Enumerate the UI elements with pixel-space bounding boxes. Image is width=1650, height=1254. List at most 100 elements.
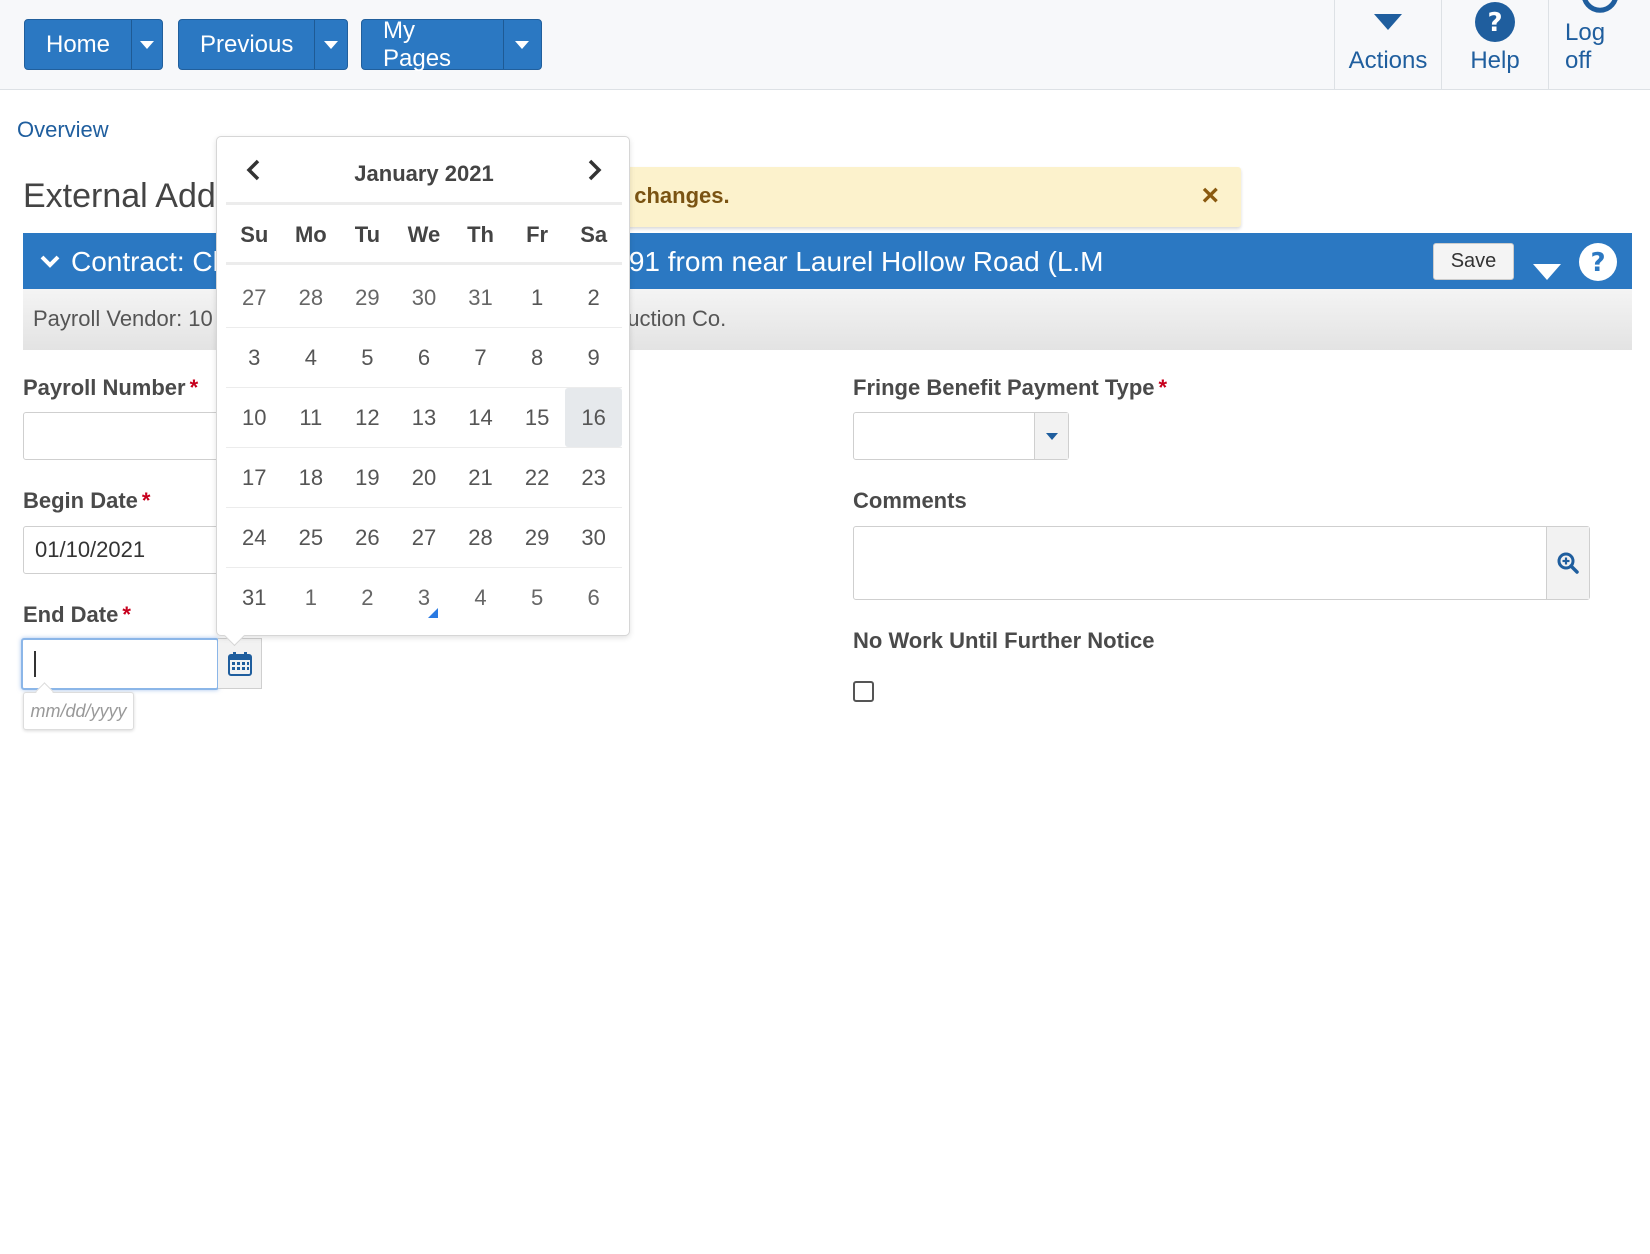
calendar-day[interactable]: 10 — [226, 388, 283, 447]
select-dropdown-button[interactable] — [1034, 413, 1068, 459]
calendar-day[interactable]: 7 — [452, 328, 509, 387]
my-pages-button[interactable]: My Pages — [362, 17, 503, 72]
calendar-day[interactable]: 14 — [452, 388, 509, 447]
calendar-day[interactable]: 25 — [283, 508, 340, 567]
payroll-vendor-left: Payroll Vendor: 10 — [33, 306, 213, 331]
calendar-day[interactable]: 3 — [396, 568, 453, 628]
calendar-day[interactable]: 22 — [509, 448, 566, 507]
top-nav-bar: Home Previous My Pages Actions ? Help Lo… — [0, 0, 1650, 90]
close-icon[interactable]: × — [1201, 179, 1219, 213]
calendar-day[interactable]: 20 — [396, 448, 453, 507]
home-button[interactable]: Home — [25, 20, 131, 69]
log-off-link[interactable]: Log off — [1548, 0, 1650, 89]
calendar-day[interactable]: 3 — [226, 328, 283, 387]
calendar-day[interactable]: 11 — [283, 388, 340, 447]
calendar-day[interactable]: 6 — [565, 568, 622, 628]
date-format-hint: mm/dd/yyyy — [23, 692, 134, 730]
end-date-input[interactable] — [21, 638, 219, 690]
calendar-week-row: 10 11 12 13 14 15 16 — [226, 388, 622, 448]
calendar-day[interactable]: 30 — [565, 508, 622, 567]
calendar-day[interactable]: 27 — [396, 508, 453, 567]
calendar-day[interactable]: 29 — [339, 268, 396, 327]
calendar-day[interactable]: 28 — [283, 268, 340, 327]
begin-date-label-text: Begin Date — [23, 488, 138, 513]
actions-menu[interactable]: Actions — [1334, 0, 1441, 89]
calendar-day[interactable]: 31 — [226, 568, 283, 628]
weekday-header-row: Su Mo Tu We Th Fr Sa — [226, 207, 622, 265]
calendar-day[interactable]: 17 — [226, 448, 283, 507]
chevron-right-icon[interactable] — [585, 159, 603, 186]
calendar-day[interactable]: 24 — [226, 508, 283, 567]
calendar-day[interactable]: 23 — [565, 448, 622, 507]
no-work-checkbox[interactable] — [853, 681, 874, 702]
power-icon — [1579, 0, 1621, 15]
payroll-number-label: Payroll Number * — [23, 375, 198, 401]
previous-button[interactable]: Previous — [179, 20, 314, 69]
calendar-day[interactable]: 31 — [452, 268, 509, 327]
calendar-day[interactable]: 5 — [339, 328, 396, 387]
panel-menu-caret-icon[interactable] — [1533, 255, 1561, 287]
weekday-label: Mo — [294, 221, 327, 247]
payroll-number-input[interactable] — [23, 412, 223, 460]
begin-date-input[interactable]: 01/10/2021 — [23, 526, 223, 574]
fringe-benefit-label: Fringe Benefit Payment Type * — [853, 375, 1167, 401]
home-nav-group: Home — [24, 19, 163, 70]
save-button[interactable]: Save — [1433, 243, 1514, 280]
calendar-day[interactable]: 16 — [565, 388, 622, 447]
calendar-day[interactable]: 6 — [396, 328, 453, 387]
my-pages-nav-group: My Pages — [361, 17, 542, 72]
calendar-day[interactable]: 28 — [452, 508, 509, 567]
zoom-in-button[interactable] — [1546, 527, 1589, 599]
calendar-day[interactable]: 19 — [339, 448, 396, 507]
weekday-label: Tu — [354, 221, 381, 247]
panel-help-icon[interactable]: ? — [1578, 242, 1618, 289]
chevron-down-icon — [324, 40, 339, 49]
month-title[interactable]: January 2021 — [226, 161, 622, 187]
calendar-button[interactable] — [218, 638, 262, 689]
calendar-day[interactable]: 13 — [396, 388, 453, 447]
no-work-label: No Work Until Further Notice — [853, 628, 1155, 653]
home-dropdown-button[interactable] — [131, 20, 162, 69]
calendar-day[interactable]: 29 — [509, 508, 566, 567]
calendar-day[interactable]: 27 — [226, 268, 283, 327]
my-pages-dropdown-button[interactable] — [502, 20, 541, 69]
payroll-number-label-text: Payroll Number — [23, 375, 186, 400]
calendar-day[interactable]: 21 — [452, 448, 509, 507]
calendar-day[interactable]: 1 — [509, 268, 566, 327]
help-label: Help — [1470, 47, 1520, 74]
alert-message: l changes. — [622, 183, 730, 208]
calendar-day[interactable]: 4 — [452, 568, 509, 628]
calendar-day[interactable]: 9 — [565, 328, 622, 387]
previous-nav-group: Previous — [178, 19, 348, 70]
chevron-down-icon — [1045, 432, 1058, 440]
calendar-day[interactable]: 30 — [396, 268, 453, 327]
previous-dropdown-button[interactable] — [314, 20, 347, 69]
calendar-day[interactable]: 2 — [339, 568, 396, 628]
calendar-day[interactable]: 18 — [283, 448, 340, 507]
begin-date-label: Begin Date * — [23, 488, 150, 514]
end-date-label: End Date * — [23, 602, 131, 628]
calendar-day[interactable]: 15 — [509, 388, 566, 447]
calendar-day[interactable]: 1 — [283, 568, 340, 628]
breadcrumb-overview-link[interactable]: Overview — [17, 117, 109, 143]
calendar-week-row: 31 1 2 3 4 5 6 — [226, 568, 622, 628]
calendar-day[interactable]: 5 — [509, 568, 566, 628]
calendar-day[interactable]: 4 — [283, 328, 340, 387]
fringe-benefit-select[interactable] — [853, 412, 1069, 460]
calendar-day[interactable]: 8 — [509, 328, 566, 387]
calendar-day[interactable]: 2 — [565, 268, 622, 327]
contract-title-right: 91 from near Laurel Hollow Road (L.M — [628, 246, 1104, 277]
calendar-day[interactable]: 26 — [339, 508, 396, 567]
top-links: Actions ? Help Log off — [1334, 0, 1650, 89]
comments-textarea[interactable] — [853, 526, 1590, 600]
calendar-day[interactable]: 12 — [339, 388, 396, 447]
help-link[interactable]: ? Help — [1441, 0, 1548, 89]
calendar-days-grid: 27 28 29 30 31 1 2 3 4 5 6 7 8 9 10 11 12 13 14 15 16 17 18 19 2… — [226, 268, 622, 628]
log-off-label: Log off — [1565, 19, 1606, 74]
calendar-week-row: 24 25 26 27 28 29 30 — [226, 508, 622, 568]
required-marker: * — [189, 375, 199, 400]
required-marker: * — [122, 602, 131, 627]
chevron-down-icon — [515, 40, 530, 49]
chevron-down-icon[interactable] — [39, 247, 61, 279]
chevron-down-icon — [140, 40, 155, 49]
